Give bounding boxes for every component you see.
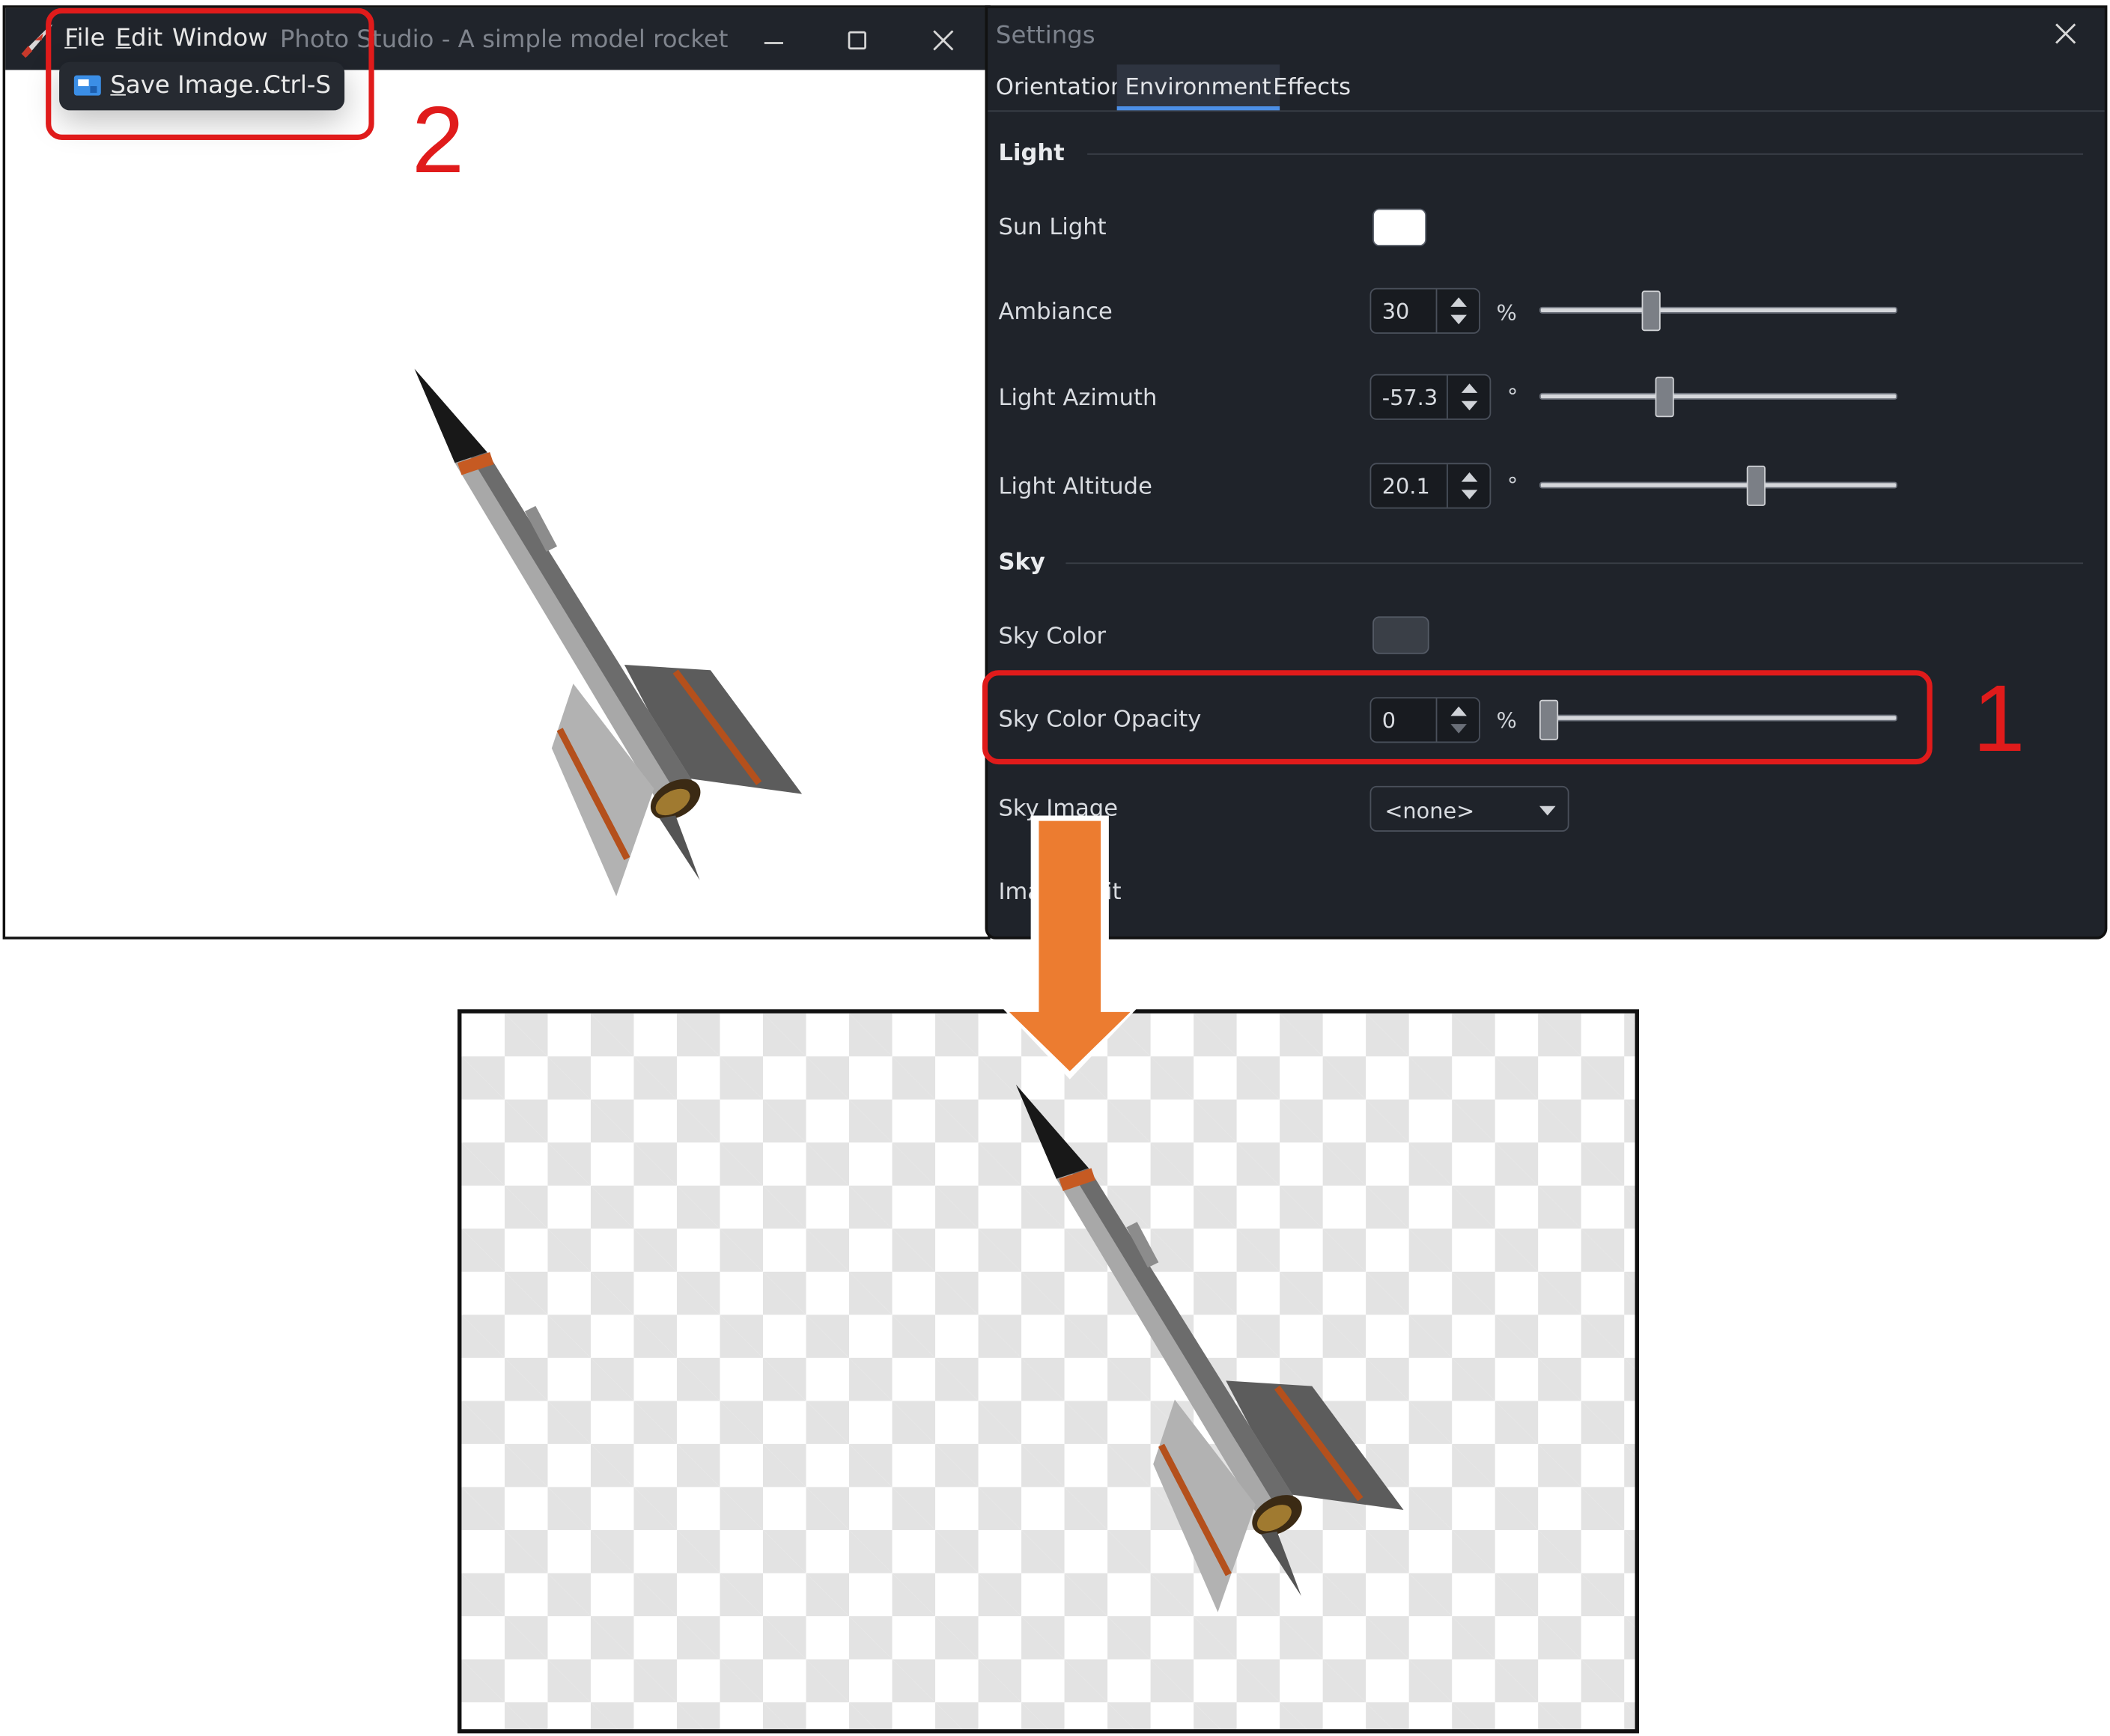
azimuth-unit: °: [1507, 383, 1518, 409]
close-icon[interactable]: [923, 22, 964, 59]
light-divider: [1087, 153, 2084, 155]
sky-heading: Sky: [998, 549, 1045, 576]
tab-environment[interactable]: Environment: [1116, 64, 1280, 111]
transparent-result-preview: [457, 1009, 1639, 1734]
step-2-number: 2: [411, 87, 464, 193]
rocket-render: [414, 368, 803, 897]
altitude-slider[interactable]: [1539, 481, 1898, 489]
azimuth-slider-thumb[interactable]: [1654, 377, 1674, 418]
ambiance-slider[interactable]: [1539, 306, 1898, 314]
rocket-render-transparent: [1015, 1084, 1404, 1612]
altitude-spinbox[interactable]: 20.1: [1369, 463, 1492, 509]
ambiance-slider-thumb[interactable]: [1641, 290, 1661, 332]
spin-arrows-icon[interactable]: [1446, 464, 1491, 508]
spin-arrows-icon[interactable]: [1435, 289, 1480, 333]
sky-color-label: Sky Color: [998, 623, 1107, 651]
ambiance-spinbox[interactable]: 30: [1369, 287, 1480, 334]
down-arrow-icon: [998, 815, 1142, 1079]
ambiance-unit: %: [1496, 299, 1517, 326]
render-viewport[interactable]: [5, 70, 988, 937]
altitude-unit: °: [1507, 472, 1518, 499]
sun-light-color-button[interactable]: [1372, 208, 1427, 246]
sky-image-dropdown[interactable]: <none>: [1369, 785, 1569, 832]
altitude-value: 20.1: [1381, 473, 1430, 499]
ambiance-label: Ambiance: [998, 299, 1113, 326]
step-2-highlight: [46, 7, 374, 140]
tab-effects[interactable]: Effects: [1265, 64, 1358, 110]
azimuth-spinbox[interactable]: -57.3: [1369, 374, 1492, 420]
photo-studio-window: File Edit Window Photo Studio - A simple…: [2, 5, 991, 939]
sun-light-label: Sun Light: [998, 213, 1107, 241]
minimize-icon[interactable]: [753, 22, 794, 59]
chevron-down-icon: [1539, 805, 1556, 816]
azimuth-value: -57.3: [1381, 385, 1438, 411]
settings-window: Settings Orientation Environment Effects…: [985, 5, 2108, 939]
altitude-slider-thumb[interactable]: [1746, 465, 1766, 506]
azimuth-slider[interactable]: [1539, 392, 1898, 400]
sky-color-button[interactable]: [1372, 616, 1429, 654]
settings-tabs: Orientation Environment Effects: [988, 64, 2105, 111]
maximize-icon[interactable]: [837, 22, 878, 59]
tabs-divider: [988, 110, 2105, 112]
step-1-highlight: [982, 670, 1933, 765]
light-azimuth-label: Light Azimuth: [998, 385, 1158, 412]
sky-image-value: <none>: [1384, 798, 1475, 824]
step-1-number: 1: [1972, 666, 2025, 772]
settings-close-icon[interactable]: [2048, 16, 2083, 52]
light-altitude-label: Light Altitude: [998, 473, 1152, 501]
light-heading: Light: [998, 139, 1065, 167]
ambiance-value: 30: [1381, 299, 1410, 325]
sky-divider: [1065, 562, 2084, 564]
spin-arrows-icon[interactable]: [1446, 375, 1491, 419]
tab-orientation[interactable]: Orientation: [988, 64, 1133, 110]
settings-title: Settings: [995, 21, 1095, 50]
